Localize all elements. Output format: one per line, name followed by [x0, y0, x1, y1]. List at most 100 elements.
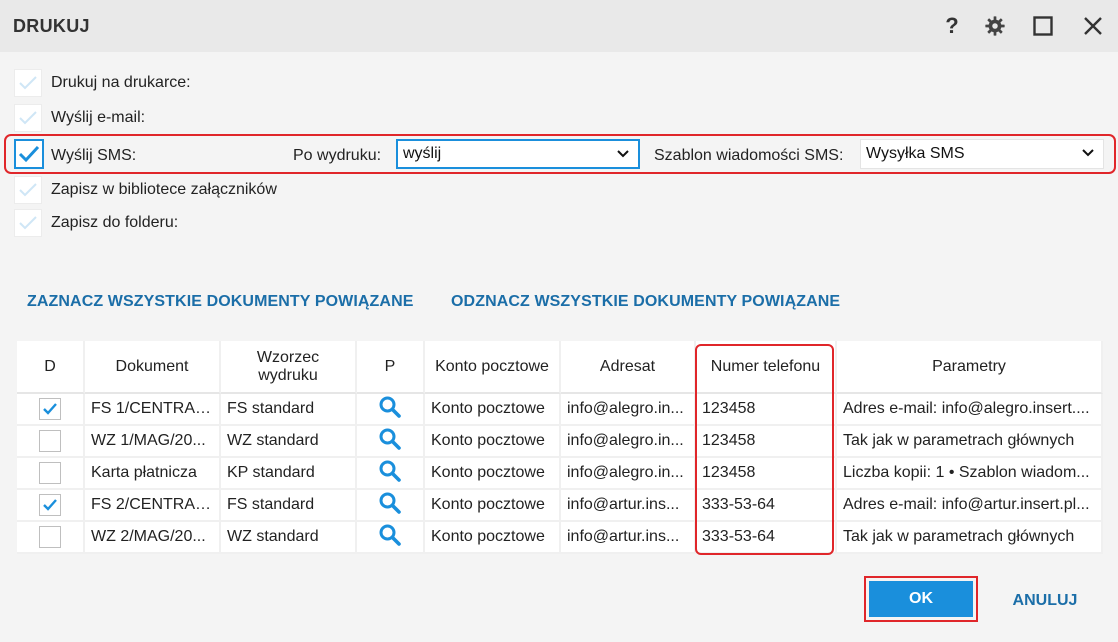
- cell-adresat: info@alegro.in...: [561, 394, 696, 426]
- option-print-label: Drukuj na drukarce:: [51, 74, 191, 91]
- check-icon: [19, 76, 37, 90]
- cell-konto: Konto pocztowe: [425, 426, 561, 458]
- option-folder-label: Zapisz do folderu:: [51, 214, 179, 231]
- col-header-wzorzec[interactable]: Wzorzec wydruku: [221, 341, 357, 394]
- col-header-konto[interactable]: Konto pocztowe: [425, 341, 561, 394]
- cell-adresat: info@artur.ins...: [561, 522, 696, 554]
- row-checkbox[interactable]: [39, 494, 61, 516]
- cell-adresat: info@alegro.in...: [561, 458, 696, 490]
- table-header-row: D Dokument Wzorzec wydruku P Konto poczt…: [17, 341, 1103, 394]
- option-sms-label: Wyślij SMS:: [51, 147, 137, 164]
- cell-dokument: WZ 2/MAG/20...: [85, 522, 221, 554]
- cell-konto: Konto pocztowe: [425, 490, 561, 522]
- cell-parametry: Tak jak w parametrach głównych: [837, 522, 1103, 554]
- sms-template-select[interactable]: Wysyłka SMS: [860, 139, 1104, 169]
- check-icon: [19, 111, 37, 125]
- cell-preview[interactable]: [357, 522, 425, 554]
- check-icon: [18, 145, 40, 163]
- library-checkbox[interactable]: [14, 176, 42, 204]
- ok-button-highlight: OK: [864, 576, 978, 622]
- ok-button[interactable]: OK: [869, 581, 973, 617]
- cell-wzorzec: FS standard: [221, 490, 357, 522]
- table-row[interactable]: FS 1/CENTRAL... FS standard Konto poczto…: [17, 394, 1103, 426]
- option-email[interactable]: Wyślij e-mail:: [14, 103, 145, 133]
- cell-dokument: Karta płatnicza: [85, 458, 221, 490]
- col-header-telefon[interactable]: Numer telefonu: [696, 341, 837, 394]
- cell-adresat: info@artur.ins...: [561, 490, 696, 522]
- cell-preview[interactable]: [357, 426, 425, 458]
- row-checkbox[interactable]: [39, 462, 61, 484]
- folder-checkbox[interactable]: [14, 209, 42, 237]
- cell-preview[interactable]: [357, 458, 425, 490]
- option-folder[interactable]: Zapisz do folderu:: [14, 208, 178, 238]
- row-checkbox[interactable]: [39, 430, 61, 452]
- after-print-value: wyślij: [403, 145, 442, 162]
- cell-preview[interactable]: [357, 490, 425, 522]
- search-icon[interactable]: [378, 395, 402, 419]
- gear-icon[interactable]: [979, 10, 1011, 42]
- table-row[interactable]: FS 2/CENTRAL... FS standard Konto poczto…: [17, 490, 1103, 522]
- close-icon[interactable]: [1077, 10, 1109, 42]
- row-checkbox-cell[interactable]: [17, 394, 85, 426]
- search-icon[interactable]: [378, 459, 402, 483]
- col-header-p[interactable]: P: [357, 341, 425, 394]
- help-icon[interactable]: ?: [936, 10, 968, 42]
- cell-telefon: 123458: [696, 394, 837, 426]
- row-checkbox-cell[interactable]: [17, 490, 85, 522]
- table-row[interactable]: WZ 1/MAG/20... WZ standard Konto pocztow…: [17, 426, 1103, 458]
- sms-template-label: Szablon wiadomości SMS:: [654, 147, 844, 164]
- option-email-label: Wyślij e-mail:: [51, 109, 146, 126]
- dialog-title: DRUKUJ: [13, 16, 90, 36]
- cell-wzorzec: FS standard: [221, 394, 357, 426]
- col-header-parametry[interactable]: Parametry: [837, 341, 1103, 394]
- check-icon: [43, 499, 57, 511]
- cell-preview[interactable]: [357, 394, 425, 426]
- cell-adresat: info@alegro.in...: [561, 426, 696, 458]
- cancel-button[interactable]: ANULUJ: [1000, 586, 1090, 616]
- check-icon: [43, 403, 57, 415]
- cell-dokument: FS 1/CENTRAL...: [85, 394, 221, 426]
- cell-wzorzec: WZ standard: [221, 522, 357, 554]
- cell-dokument: WZ 1/MAG/20...: [85, 426, 221, 458]
- title-bar: DRUKUJ ?: [0, 0, 1118, 52]
- chevron-down-icon: [617, 150, 629, 158]
- cell-wzorzec: KP standard: [221, 458, 357, 490]
- documents-table: D Dokument Wzorzec wydruku P Konto poczt…: [17, 341, 1103, 554]
- search-icon[interactable]: [378, 427, 402, 451]
- row-checkbox[interactable]: [39, 526, 61, 548]
- option-print[interactable]: Drukuj na drukarce:: [14, 68, 191, 98]
- cell-dokument: FS 2/CENTRAL...: [85, 490, 221, 522]
- table-row[interactable]: Karta płatnicza KP standard Konto poczto…: [17, 458, 1103, 490]
- sms-checkbox[interactable]: [14, 139, 44, 169]
- print-checkbox[interactable]: [14, 69, 42, 97]
- after-print-select[interactable]: wyślij: [396, 139, 640, 169]
- col-header-d[interactable]: D: [17, 341, 85, 394]
- search-icon[interactable]: [378, 523, 402, 547]
- cell-parametry: Adres e-mail: info@alegro.insert....: [837, 394, 1103, 426]
- cell-telefon: 333-53-64: [696, 522, 837, 554]
- cell-konto: Konto pocztowe: [425, 394, 561, 426]
- check-icon: [19, 216, 37, 230]
- row-checkbox-cell[interactable]: [17, 426, 85, 458]
- search-icon[interactable]: [378, 491, 402, 515]
- deselect-all-link[interactable]: ODZNACZ WSZYSTKIE DOKUMENTY POWIĄZANE: [451, 293, 840, 311]
- cell-telefon: 123458: [696, 458, 837, 490]
- chevron-down-icon: [1082, 149, 1094, 157]
- table-row[interactable]: WZ 2/MAG/20... WZ standard Konto pocztow…: [17, 522, 1103, 554]
- cell-parametry: Adres e-mail: info@artur.insert.pl...: [837, 490, 1103, 522]
- check-icon: [19, 183, 37, 197]
- maximize-icon[interactable]: [1027, 10, 1059, 42]
- cell-telefon: 123458: [696, 426, 837, 458]
- after-print-label: Po wydruku:: [293, 147, 382, 164]
- col-header-dokument[interactable]: Dokument: [85, 341, 221, 394]
- row-checkbox[interactable]: [39, 398, 61, 420]
- row-checkbox-cell[interactable]: [17, 458, 85, 490]
- col-header-adresat[interactable]: Adresat: [561, 341, 696, 394]
- option-library[interactable]: Zapisz w bibliotece załączników: [14, 175, 277, 205]
- email-checkbox[interactable]: [14, 104, 42, 132]
- cell-telefon: 333-53-64: [696, 490, 837, 522]
- sms-template-value: Wysyłka SMS: [866, 145, 965, 162]
- select-all-link[interactable]: ZAZNACZ WSZYSTKIE DOKUMENTY POWIĄZANE: [27, 293, 414, 311]
- option-library-label: Zapisz w bibliotece załączników: [51, 181, 277, 198]
- row-checkbox-cell[interactable]: [17, 522, 85, 554]
